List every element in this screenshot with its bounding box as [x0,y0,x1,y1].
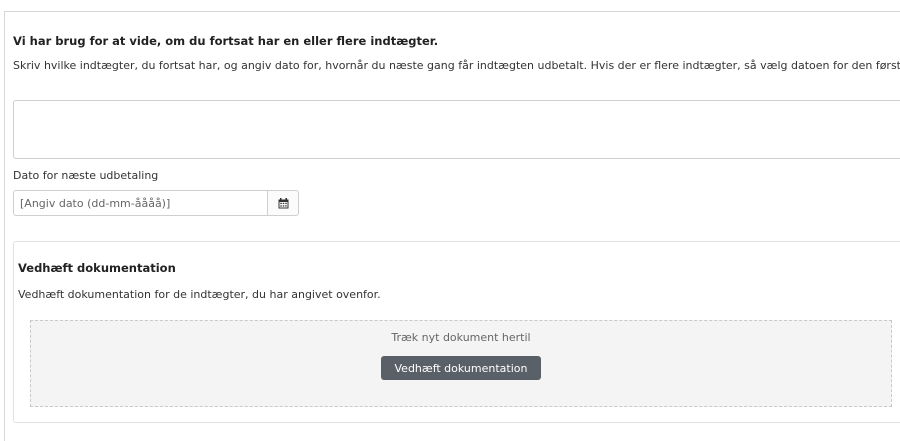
calendar-icon [278,194,289,213]
dropzone-text: Træk nyt dokument hertil [391,331,531,344]
payment-date-input[interactable] [13,190,268,216]
documentation-title: Vedhæft dokumentation [18,261,176,275]
calendar-button[interactable] [267,190,299,216]
documentation-description: Vedhæft dokumentation for de indtægter, … [18,288,381,301]
attach-documentation-button[interactable]: Vedhæft dokumentation [381,356,541,380]
income-description: Skriv hvilke indtægter, du fortsat har, … [13,59,900,72]
income-textarea[interactable] [13,100,900,159]
income-question-heading: Vi har brug for at vide, om du fortsat h… [13,34,439,48]
payment-date-label: Dato for næste udbetaling [13,169,159,182]
